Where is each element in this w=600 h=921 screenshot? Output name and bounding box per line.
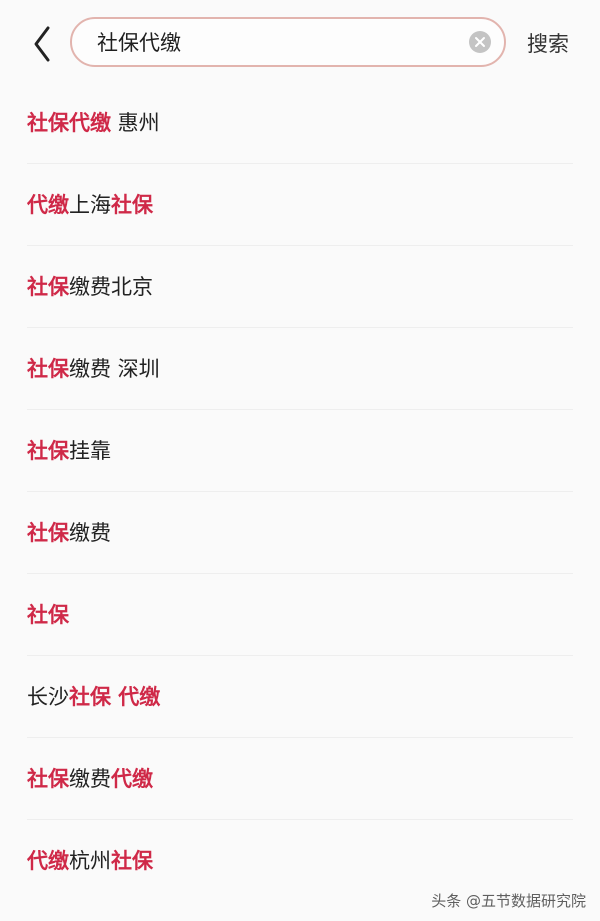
suggestion-keyword-highlight: 代缴 (27, 849, 69, 873)
suggestion-keyword-highlight: 社保 (27, 357, 69, 381)
suggestion-keyword-highlight: 社保 (111, 193, 153, 217)
clear-circle-icon (475, 37, 485, 47)
suggestion-item[interactable]: 社保缴费代缴 (0, 738, 600, 820)
suggestion-keyword-highlight: 代缴 (27, 193, 69, 217)
clear-button[interactable] (469, 31, 491, 53)
suggestion-item[interactable]: 社保缴费北京 (0, 246, 600, 328)
suggestion-item[interactable]: 长沙社保 代缴 (0, 656, 600, 738)
suggestion-item[interactable]: 社保缴费 深圳 (0, 328, 600, 410)
suggestion-keyword-highlight: 社保 (27, 603, 69, 627)
suggestion-text: 缴费北京 (69, 275, 153, 299)
suggestion-text: 缴费 (69, 521, 111, 545)
suggestion-keyword-highlight: 社保 (27, 521, 69, 545)
suggestion-keyword-highlight: 社保代缴 (27, 111, 111, 135)
watermark: 头条 @五节数据研究院 (431, 892, 586, 910)
back-button[interactable] (26, 24, 60, 64)
search-page: 搜索 社保代缴 惠州代缴上海社保社保缴费北京社保缴费 深圳社保挂靠社保缴费社保长… (0, 0, 600, 921)
suggestion-text: 长沙 (27, 685, 69, 709)
suggestion-text: 上海 (69, 193, 111, 217)
chevron-left-icon (34, 26, 50, 62)
suggestion-item[interactable]: 社保 (0, 574, 600, 656)
suggestion-keyword-highlight: 社保 (111, 849, 153, 873)
suggestion-item[interactable]: 代缴上海社保 (0, 164, 600, 246)
suggestion-item[interactable]: 社保代缴 惠州 (0, 82, 600, 164)
suggestion-text: 惠州 (111, 111, 160, 135)
suggestion-item[interactable]: 社保挂靠 (0, 410, 600, 492)
suggestion-text: 缴费 (69, 767, 111, 791)
search-header: 搜索 (0, 0, 600, 86)
suggestion-item[interactable]: 社保缴费 (0, 492, 600, 574)
suggestion-keyword-highlight: 社保 (27, 275, 69, 299)
suggestion-text: 缴费 深圳 (69, 357, 160, 381)
suggestion-keyword-highlight: 社保 代缴 (69, 685, 161, 709)
search-input[interactable] (97, 26, 457, 58)
search-box[interactable] (70, 17, 506, 67)
suggestion-keyword-highlight: 代缴 (111, 767, 153, 791)
search-button[interactable]: 搜索 (527, 30, 569, 58)
suggestion-keyword-highlight: 社保 (27, 767, 69, 791)
suggestion-keyword-highlight: 社保 (27, 439, 69, 463)
suggestion-list: 社保代缴 惠州 代缴上海社保 社保缴费北京 社保缴费 深圳 社保挂靠 社保缴费 社保 长沙社保… (0, 82, 600, 902)
suggestion-text: 杭州 (69, 849, 111, 873)
suggestion-text: 挂靠 (69, 439, 111, 463)
